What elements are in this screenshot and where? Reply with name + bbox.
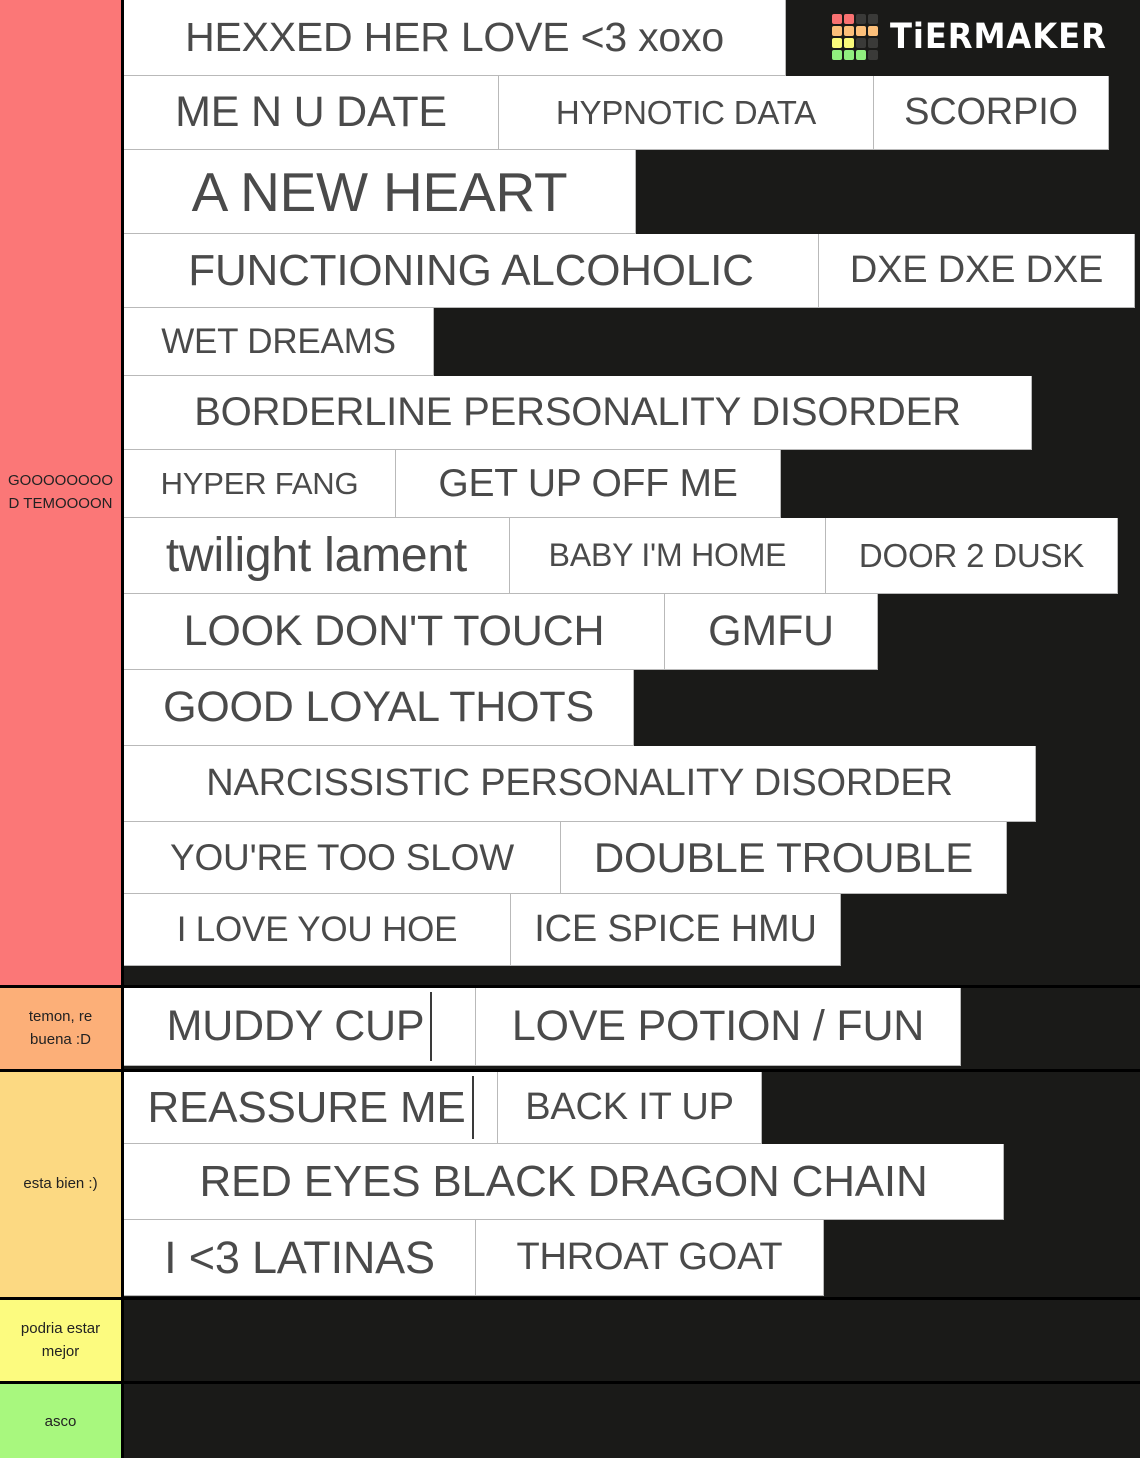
tier-item-line: REASSURE ME BACK IT UP: [124, 1072, 1140, 1144]
tier-item[interactable]: GMFU: [665, 594, 878, 670]
tier-item[interactable]: LOOK DON'T TOUCH: [124, 594, 665, 670]
tier-item-line: twilight lament BABY I'M HOME DOOR 2 DUSK: [124, 518, 1140, 594]
tier-item-line: ME N U DATE HYPNOTIC DATA SCORPIO: [124, 76, 1140, 150]
tier-item[interactable]: I LOVE YOU HOE: [124, 894, 511, 966]
tier-item[interactable]: GOOD LOYAL THOTS: [124, 670, 634, 746]
tier-item-line: MUDDY CUP LOVE POTION / FUN: [124, 988, 1140, 1066]
tier-dropzone[interactable]: [124, 1384, 1140, 1458]
tier-label[interactable]: podria estar mejor: [0, 1300, 124, 1381]
tier-item[interactable]: NARCISSISTIC PERSONALITY DISORDER: [124, 746, 1036, 822]
tier-item[interactable]: WET DREAMS: [124, 308, 434, 376]
tier-item-line: YOU'RE TOO SLOW DOUBLE TROUBLE: [124, 822, 1140, 894]
tier-row: asco: [0, 1384, 1140, 1458]
tier-item-line: I <3 LATINAS THROAT GOAT: [124, 1220, 1140, 1296]
tier-item[interactable]: LOVE POTION / FUN: [476, 988, 961, 1066]
tier-item-line: A NEW HEART: [124, 150, 1140, 234]
tier-dropzone[interactable]: REASSURE ME BACK IT UP RED EYES BLACK DRAG…: [124, 1072, 1140, 1297]
tier-item[interactable]: YOU'RE TOO SLOW: [124, 822, 561, 894]
tier-item[interactable]: HYPNOTIC DATA: [499, 76, 874, 150]
tier-item[interactable]: DOOR 2 DUSK: [826, 518, 1118, 594]
tier-item[interactable]: DXE DXE DXE: [819, 234, 1135, 308]
tier-item[interactable]: BABY I'M HOME: [510, 518, 826, 594]
tier-item-line: RED EYES BLACK DRAGON CHAIN: [124, 1144, 1140, 1220]
tier-row: esta bien :) REASSURE ME BACK IT UP RED EYE…: [0, 1072, 1140, 1300]
tier-item[interactable]: GET UP OFF ME: [396, 450, 781, 518]
tier-dropzone[interactable]: MUDDY CUP LOVE POTION / FUN: [124, 988, 1140, 1069]
tier-item[interactable]: RED EYES BLACK DRAGON CHAIN: [124, 1144, 1004, 1220]
tier-row: GOOOOOOOOD TEMOOOON HEXXED HER LOVE <3 xo…: [0, 0, 1140, 988]
tier-item-line: NARCISSISTIC PERSONALITY DISORDER: [124, 746, 1140, 822]
tier-label[interactable]: GOOOOOOOOD TEMOOOON: [0, 0, 124, 985]
tier-item-line: WET DREAMS: [124, 308, 1140, 376]
tier-dropzone[interactable]: HEXXED HER LOVE <3 xoxo ME N U DATE HYPNOT…: [124, 0, 1140, 985]
tier-item-line: GOOD LOYAL THOTS: [124, 670, 1140, 746]
tier-item[interactable]: MUDDY CUP: [124, 988, 476, 1066]
tier-item[interactable]: ICE SPICE HMU: [511, 894, 841, 966]
tier-item-line: BORDERLINE PERSONALITY DISORDER: [124, 376, 1140, 450]
tier-dropzone[interactable]: [124, 1300, 1140, 1381]
tier-item[interactable]: FUNCTIONING ALCOHOLIC: [124, 234, 819, 308]
tier-item[interactable]: twilight lament: [124, 518, 510, 594]
tier-item-line: HYPER FANG GET UP OFF ME: [124, 450, 1140, 518]
tier-item[interactable]: HYPER FANG: [124, 450, 396, 518]
tier-item[interactable]: BACK IT UP: [498, 1072, 762, 1144]
tier-item-line: LOOK DON'T TOUCH GMFU: [124, 594, 1140, 670]
tier-label[interactable]: temon, re buena :D: [0, 988, 124, 1069]
tier-label[interactable]: asco: [0, 1384, 124, 1458]
tier-item-line: FUNCTIONING ALCOHOLIC DXE DXE DXE: [124, 234, 1140, 308]
tier-row: podria estar mejor: [0, 1300, 1140, 1384]
tier-row: temon, re buena :D MUDDY CUP LOVE POTION /…: [0, 988, 1140, 1072]
tier-item[interactable]: ME N U DATE: [124, 76, 499, 150]
tier-item-line: I LOVE YOU HOE ICE SPICE HMU: [124, 894, 1140, 966]
tierlist-canvas: TiERMAKER GOOOOOOOOD TEMOOOON HEXXED HER …: [0, 0, 1140, 1458]
tier-item-line: HEXXED HER LOVE <3 xoxo: [124, 0, 1140, 76]
tier-item[interactable]: SCORPIO: [874, 76, 1109, 150]
tier-item[interactable]: REASSURE ME: [124, 1072, 498, 1144]
tier-item[interactable]: DOUBLE TROUBLE: [561, 822, 1007, 894]
tier-item[interactable]: A NEW HEART: [124, 150, 636, 234]
tier-item[interactable]: BORDERLINE PERSONALITY DISORDER: [124, 376, 1032, 450]
tier-label[interactable]: esta bien :): [0, 1072, 124, 1297]
tier-item[interactable]: THROAT GOAT: [476, 1220, 824, 1296]
tier-item[interactable]: HEXXED HER LOVE <3 xoxo: [124, 0, 786, 76]
tier-item[interactable]: I <3 LATINAS: [124, 1220, 476, 1296]
tier-list: GOOOOOOOOD TEMOOOON HEXXED HER LOVE <3 xo…: [0, 0, 1140, 1458]
